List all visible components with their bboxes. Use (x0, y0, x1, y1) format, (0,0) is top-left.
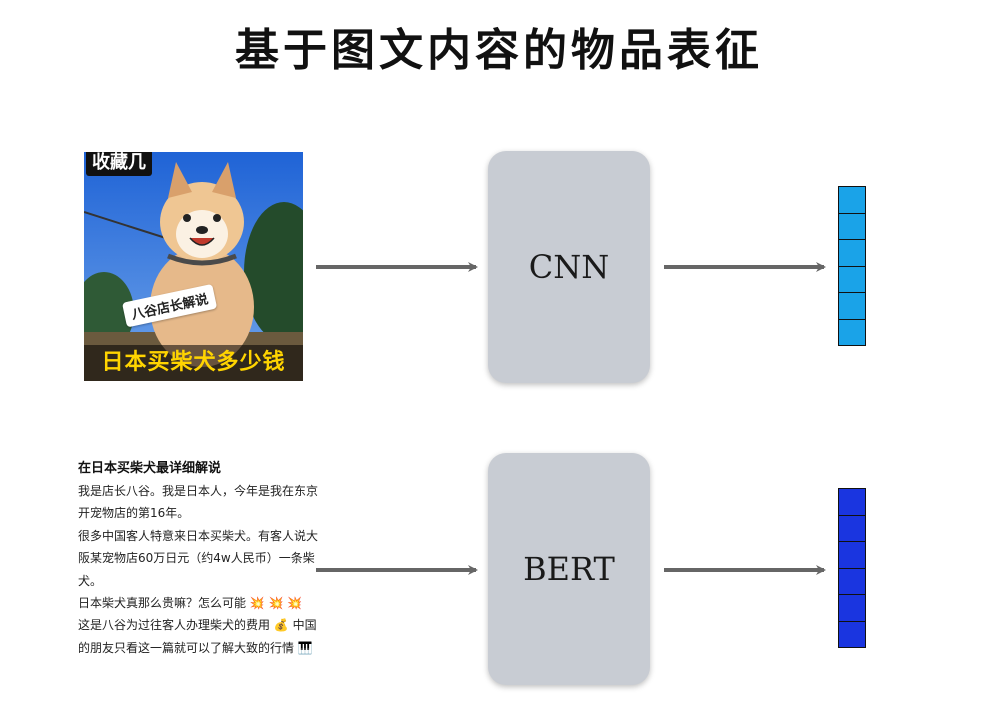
vector-cell (838, 515, 866, 542)
text-embedding-vector (838, 488, 866, 648)
vector-cell (838, 621, 866, 648)
vector-cell (838, 488, 866, 516)
vector-cell (838, 568, 866, 595)
vector-cell (838, 240, 866, 267)
vector-cell (838, 186, 866, 214)
vector-cell (838, 213, 866, 240)
image-embedding-vector (838, 186, 866, 346)
vector-cell (838, 293, 866, 320)
vector-cell (838, 319, 866, 346)
vector-cell (838, 266, 866, 293)
vector-cell (838, 542, 866, 569)
vector-cell (838, 595, 866, 622)
